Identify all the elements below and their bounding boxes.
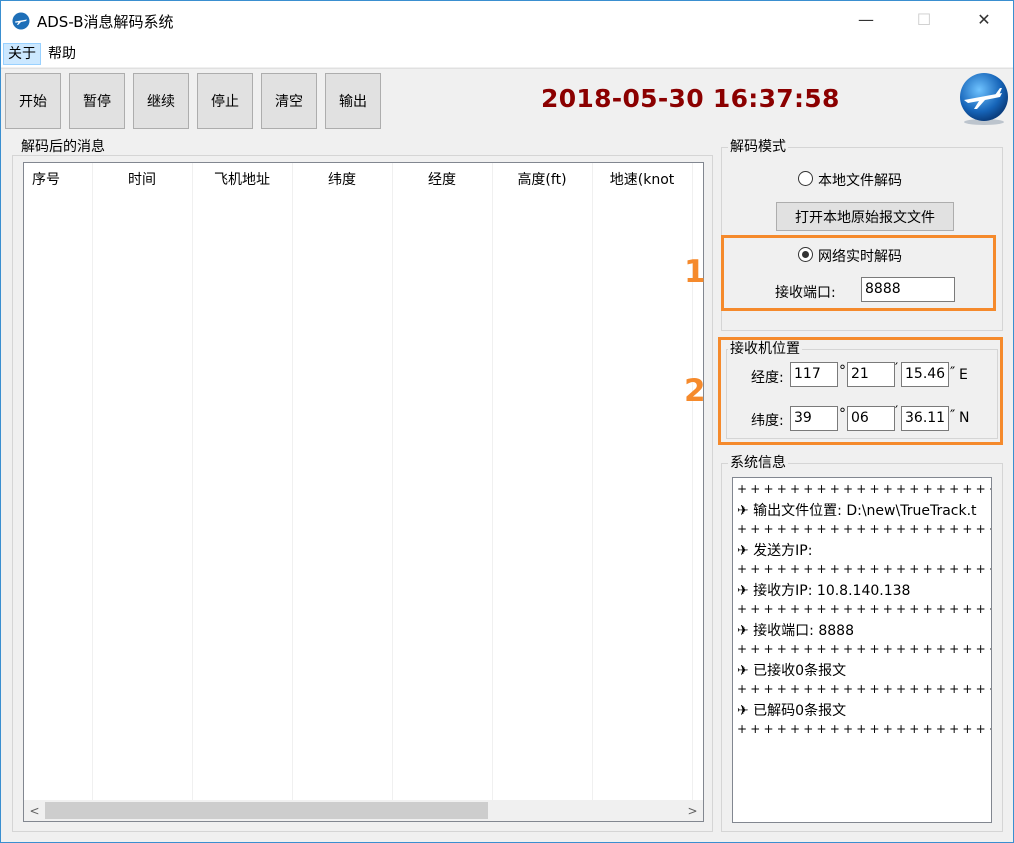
column-header-latitude[interactable]: 纬度 <box>292 169 392 189</box>
minimize-button[interactable]: — <box>843 1 889 37</box>
longitude-degrees-input[interactable]: 117 <box>790 362 838 387</box>
port-input[interactable]: 8888 <box>861 277 955 302</box>
horizontal-scrollbar[interactable]: < > <box>24 800 703 821</box>
longitude-direction: E <box>959 367 968 383</box>
start-button[interactable]: 开始 <box>5 73 61 129</box>
receiver-position-group-label: 接收机位置 <box>728 341 802 357</box>
log-separator: ++++++++++++++++++++++ <box>737 682 991 696</box>
latitude-seconds-input[interactable]: 36.11 <box>901 406 949 431</box>
column-header-aircraft-address[interactable]: 飞机地址 <box>192 169 292 189</box>
log-separator: ++++++++++++++++++++++ <box>737 562 991 576</box>
clear-button[interactable]: 清空 <box>261 73 317 129</box>
degree-symbol: ° <box>839 406 846 422</box>
latitude-direction: N <box>959 410 970 426</box>
local-file-radio[interactable] <box>798 171 813 186</box>
messages-group-label: 解码后的消息 <box>19 139 107 155</box>
system-info-log[interactable]: ++++++++++++++++++++++ ✈ 输出文件位置: D:\new\… <box>732 477 992 823</box>
app-window: ADS-B消息解码系统 — ☐ ✕ 关于 帮助 开始 暂停 继续 停止 清空 输… <box>0 0 1014 843</box>
latitude-label: 纬度: <box>751 413 784 429</box>
maximize-button[interactable]: ☐ <box>901 1 947 37</box>
column-header-longitude[interactable]: 经度 <box>392 169 492 189</box>
stop-button[interactable]: 停止 <box>197 73 253 129</box>
second-symbol: ″ <box>950 408 956 424</box>
minute-symbol: ′ <box>895 361 899 377</box>
menu-about[interactable]: 关于 <box>3 43 41 65</box>
column-header-altitude[interactable]: 高度(ft) <box>492 169 592 189</box>
minute-symbol: ′ <box>895 404 899 420</box>
menu-help[interactable]: 帮助 <box>44 43 80 65</box>
latitude-minutes-input[interactable]: 06 <box>847 406 895 431</box>
annotation-number-2: 2 <box>684 373 706 409</box>
close-button[interactable]: ✕ <box>961 1 1007 37</box>
airplane-app-icon <box>12 12 30 30</box>
system-info-group-label: 系统信息 <box>728 455 788 471</box>
annotation-number-1: 1 <box>684 254 706 290</box>
log-separator: ++++++++++++++++++++++ <box>737 522 991 536</box>
log-line-receiver-ip: ✈ 接收方IP: 10.8.140.138 <box>737 583 911 599</box>
pause-button[interactable]: 暂停 <box>69 73 125 129</box>
log-separator: ++++++++++++++++++++++ <box>737 722 991 736</box>
scroll-left-icon[interactable]: < <box>24 800 45 821</box>
log-line-decoded-count: ✈ 已解码0条报文 <box>737 703 847 719</box>
window-title: ADS-B消息解码系统 <box>37 13 174 31</box>
decode-mode-group-label: 解码模式 <box>728 139 788 155</box>
log-line-received-count: ✈ 已接收0条报文 <box>737 663 847 679</box>
column-header-seq[interactable]: 序号 <box>24 169 68 189</box>
open-file-button[interactable]: 打开本地原始报文文件 <box>776 202 954 231</box>
log-separator: ++++++++++++++++++++++ <box>737 642 991 656</box>
clock-display: 2018-05-30 16:37:58 <box>541 84 840 113</box>
network-radio[interactable] <box>798 247 813 262</box>
local-file-label[interactable]: 本地文件解码 <box>818 170 902 190</box>
log-separator: ++++++++++++++++++++++ <box>737 602 991 616</box>
scroll-right-icon[interactable]: > <box>682 800 703 821</box>
log-line-port: ✈ 接收端口: 8888 <box>737 623 854 639</box>
toolbar: 开始 暂停 继续 停止 清空 输出 2018-05-30 16:37:58 <box>1 68 1013 132</box>
longitude-label: 经度: <box>751 370 784 386</box>
export-button[interactable]: 输出 <box>325 73 381 129</box>
log-line-sender-ip: ✈ 发送方IP: <box>737 543 813 559</box>
degree-symbol: ° <box>839 363 846 379</box>
column-header-time[interactable]: 时间 <box>92 169 192 189</box>
longitude-minutes-input[interactable]: 21 <box>847 362 895 387</box>
column-header-ground-speed[interactable]: 地速(knot <box>592 169 692 189</box>
port-label: 接收端口: <box>775 285 836 301</box>
latitude-degrees-input[interactable]: 39 <box>790 406 838 431</box>
second-symbol: ″ <box>950 365 956 381</box>
scroll-thumb[interactable] <box>45 802 488 819</box>
network-label[interactable]: 网络实时解码 <box>818 246 902 266</box>
title-bar: ADS-B消息解码系统 — ☐ ✕ <box>1 1 1013 41</box>
resume-button[interactable]: 继续 <box>133 73 189 129</box>
log-line-output-path: ✈ 输出文件位置: D:\new\TrueTrack.t <box>737 503 977 519</box>
airplane-logo-icon <box>960 73 1008 125</box>
menu-bar: 关于 帮助 <box>1 41 1013 67</box>
log-separator: ++++++++++++++++++++++ <box>737 482 991 496</box>
longitude-seconds-input[interactable]: 15.46 <box>901 362 949 387</box>
messages-list[interactable]: 序号 时间 飞机地址 纬度 经度 高度(ft) 地速(knot < > <box>23 162 704 822</box>
